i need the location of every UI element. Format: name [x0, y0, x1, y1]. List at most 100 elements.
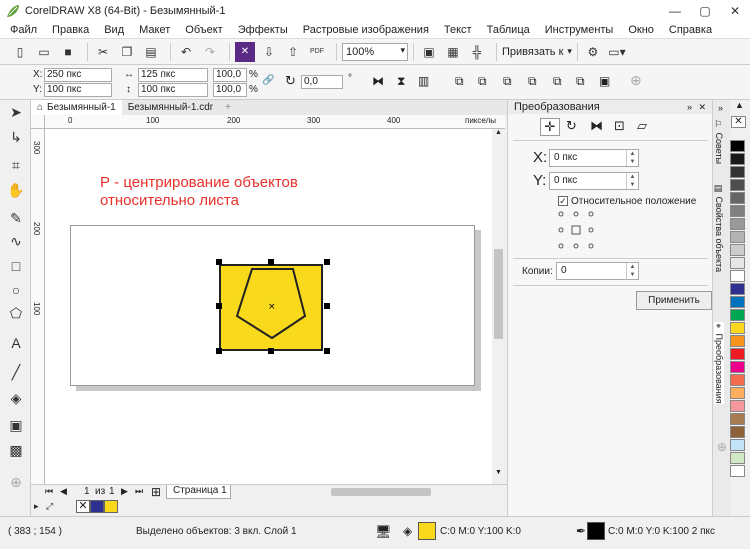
- color-swatch[interactable]: [730, 322, 745, 334]
- crop-tool-icon[interactable]: ⌗: [6, 155, 26, 175]
- menu-text[interactable]: Текст: [444, 24, 472, 36]
- menu-object[interactable]: Объект: [185, 24, 222, 36]
- rotation-field[interactable]: 0,0: [301, 75, 343, 89]
- color-swatch[interactable]: [730, 465, 745, 477]
- color-proof-icon[interactable]: 🖥: [375, 524, 392, 540]
- menu-bitmaps[interactable]: Растровые изображения: [303, 24, 429, 36]
- save-icon[interactable]: ■: [58, 42, 78, 62]
- full-screen-preview-icon[interactable]: ▣: [419, 42, 439, 62]
- new-tab-icon[interactable]: +: [219, 100, 237, 115]
- width-field[interactable]: 125 пкс: [138, 68, 208, 82]
- horizontal-scrollbar-thumb[interactable]: [331, 488, 431, 496]
- no-color-swatch[interactable]: ✕: [76, 500, 90, 513]
- color-swatch[interactable]: [730, 348, 745, 360]
- selection-handle[interactable]: [268, 259, 274, 265]
- color-swatch[interactable]: [730, 179, 745, 191]
- color-swatch[interactable]: [730, 413, 745, 425]
- artistic-media-icon[interactable]: ∿: [6, 231, 26, 251]
- ruler-origin[interactable]: [31, 115, 45, 129]
- vertical-scrollbar[interactable]: ▲ ▼: [492, 129, 505, 484]
- vertical-ruler[interactable]: 300 200 100: [31, 129, 45, 484]
- ellipse-tool-icon[interactable]: ○: [6, 280, 26, 300]
- color-swatch[interactable]: [730, 218, 745, 230]
- pan-tool-icon[interactable]: ✋: [6, 180, 26, 200]
- add-tool-icon[interactable]: ⊕: [6, 472, 26, 492]
- show-guidelines-icon[interactable]: ╬: [467, 42, 487, 62]
- anchor-grid-icon[interactable]: [557, 210, 599, 250]
- menu-file[interactable]: Файл: [10, 24, 37, 36]
- trim-icon[interactable]: ⧉: [478, 74, 487, 89]
- color-swatch[interactable]: [730, 166, 745, 178]
- create-boundary-icon[interactable]: ▣: [599, 74, 610, 88]
- menu-tools[interactable]: Инструменты: [545, 24, 614, 36]
- selection-handle[interactable]: [324, 303, 330, 309]
- selection-handle[interactable]: [216, 348, 222, 354]
- text-tool-icon[interactable]: A: [6, 333, 26, 353]
- tab-object-properties[interactable]: ▤ Свойства объекта: [714, 184, 724, 272]
- apply-button[interactable]: Применить: [636, 291, 712, 310]
- menu-layout[interactable]: Макет: [139, 24, 170, 36]
- tab-transformations[interactable]: ⌖ Преобразования: [714, 322, 724, 404]
- paste-icon[interactable]: ▤: [141, 42, 161, 62]
- maximize-button[interactable]: ▢: [690, 0, 720, 22]
- back-minus-front-icon[interactable]: ⧉: [576, 74, 585, 89]
- shape-tool-icon[interactable]: ↳: [6, 127, 26, 147]
- fill-color-swatch[interactable]: [418, 522, 436, 540]
- rectangle-tool-icon[interactable]: □: [6, 256, 26, 276]
- copies-field[interactable]: 0 ▲ ▼: [556, 262, 639, 280]
- menu-view[interactable]: Вид: [104, 24, 124, 36]
- new-document-icon[interactable]: ▯: [10, 42, 30, 62]
- selection-handle[interactable]: [324, 259, 330, 265]
- import-icon[interactable]: ⇩: [259, 42, 279, 62]
- eyedropper-icon[interactable]: ⤢: [46, 501, 53, 512]
- shadow-tool-icon[interactable]: ▣: [6, 415, 26, 435]
- color-swatch[interactable]: [730, 335, 745, 347]
- transparency-tool-icon[interactable]: ▩: [6, 440, 26, 460]
- scroll-down-icon[interactable]: ▼: [492, 469, 505, 481]
- color-swatch[interactable]: [730, 361, 745, 373]
- zoom-level-dropdown[interactable]: 100%: [342, 42, 408, 61]
- interactive-fill-icon[interactable]: ◈: [6, 388, 26, 408]
- undo-icon[interactable]: ↶: [176, 42, 196, 62]
- horizontal-ruler[interactable]: 0 100 200 300 400 пикселы: [45, 115, 505, 129]
- scrollbar-thumb[interactable]: [494, 249, 503, 339]
- color-swatch[interactable]: [730, 231, 745, 243]
- relative-position-checkbox[interactable]: ✓: [558, 196, 568, 206]
- add-page-icon[interactable]: ⊞: [151, 485, 161, 499]
- weld-icon[interactable]: ⧉: [455, 74, 464, 89]
- minimize-button[interactable]: —: [660, 0, 690, 22]
- palette-menu-icon[interactable]: ▸: [34, 501, 39, 512]
- drawing-canvas[interactable]: Р - центрирование объектов относительно …: [45, 129, 505, 484]
- pdf-icon[interactable]: PDF: [307, 42, 327, 62]
- color-swatch[interactable]: [104, 500, 118, 513]
- scroll-up-icon[interactable]: ▲: [492, 129, 505, 141]
- corel-connect-icon[interactable]: ✕: [235, 41, 255, 62]
- spinner-icon[interactable]: ▲ ▼: [626, 150, 638, 166]
- position-tab-icon[interactable]: ✛: [540, 118, 560, 136]
- color-swatch[interactable]: [730, 452, 745, 464]
- selected-objects[interactable]: ×: [215, 259, 335, 355]
- scale-y-field[interactable]: 100,0: [213, 83, 247, 97]
- color-swatch[interactable]: [730, 192, 745, 204]
- connector-tool-icon[interactable]: ╱: [6, 362, 26, 382]
- selection-handle[interactable]: [268, 348, 274, 354]
- scale-x-field[interactable]: 100,0: [213, 68, 247, 82]
- color-swatch[interactable]: [730, 387, 745, 399]
- selection-handle[interactable]: [324, 348, 330, 354]
- size-tab-icon[interactable]: ⊡: [614, 118, 625, 134]
- height-field[interactable]: 100 пкс: [138, 83, 208, 97]
- menu-help[interactable]: Справка: [669, 24, 712, 36]
- color-swatch[interactable]: [730, 153, 745, 165]
- outline-color-swatch[interactable]: [587, 522, 605, 540]
- color-swatch[interactable]: [730, 374, 745, 386]
- collapse-icon[interactable]: »: [718, 103, 723, 113]
- pick-tool-icon[interactable]: ➤: [6, 102, 26, 122]
- no-color-swatch[interactable]: ✕: [731, 116, 746, 128]
- cut-icon[interactable]: ✂: [93, 42, 113, 62]
- simplify-icon[interactable]: ⧉: [528, 74, 537, 89]
- color-swatch[interactable]: [90, 500, 104, 513]
- palette-scroll-up-icon[interactable]: ▲: [735, 100, 744, 110]
- front-minus-back-icon[interactable]: ⧉: [553, 74, 562, 89]
- docker-y-field[interactable]: 0 пкс ▲ ▼: [549, 172, 639, 190]
- tab-hints[interactable]: ⚐ Советы: [714, 120, 724, 164]
